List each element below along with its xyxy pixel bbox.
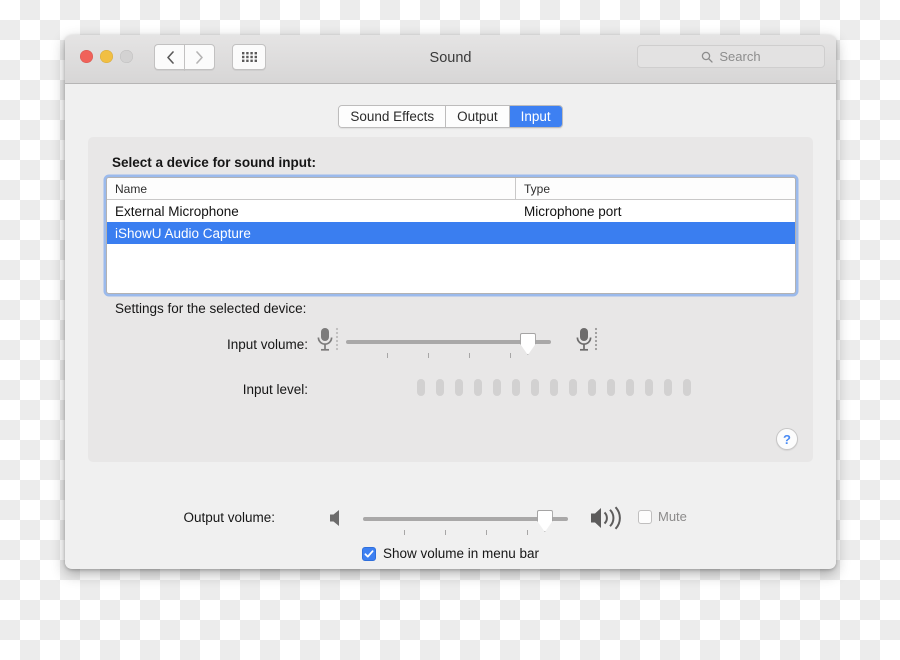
microphone-low-icon: [316, 326, 342, 359]
device-type: [516, 222, 795, 244]
slider-tick: [510, 353, 511, 358]
table-row[interactable]: iShowU Audio Capture: [107, 222, 795, 244]
tab-bar: Sound Effects Output Input: [65, 105, 836, 128]
settings-for-device-label: Settings for the selected device:: [115, 301, 307, 316]
table-row[interactable]: External Microphone Microphone port: [107, 200, 795, 222]
input-level-meter: [417, 379, 691, 396]
help-question-icon[interactable]: ?: [776, 428, 798, 450]
tab-sound-effects[interactable]: Sound Effects: [339, 106, 447, 127]
level-segment: [417, 379, 425, 396]
window-body: Sound Effects Output Input Select a devi…: [65, 84, 836, 568]
speaker-low-icon: [328, 508, 348, 533]
sound-preferences-window: Sound Search Sound Effects Output Input …: [65, 35, 836, 569]
level-segment: [512, 379, 520, 396]
slider-thumb[interactable]: [536, 510, 553, 532]
slider-thumb[interactable]: [519, 333, 536, 355]
device-name: External Microphone: [115, 203, 239, 219]
slider-ticks: [346, 353, 551, 359]
search-placeholder: Search: [719, 49, 761, 64]
search-input[interactable]: Search: [637, 45, 825, 68]
level-segment: [683, 379, 691, 396]
select-device-label: Select a device for sound input:: [112, 155, 317, 170]
level-segment: [645, 379, 653, 396]
input-settings-panel: Select a device for sound input: Name Ty…: [88, 137, 813, 462]
level-segment: [474, 379, 482, 396]
mute-label: Mute: [658, 509, 687, 524]
input-level-label: Input level:: [242, 382, 308, 397]
level-segment: [664, 379, 672, 396]
slider-tick: [387, 353, 388, 358]
column-header-name[interactable]: Name: [107, 178, 516, 199]
level-segment: [531, 379, 539, 396]
slider-tick: [445, 530, 446, 535]
input-device-table[interactable]: Name Type External Microphone Microphone…: [106, 177, 796, 294]
device-name: iShowU Audio Capture: [115, 225, 251, 241]
column-header-type[interactable]: Type: [516, 178, 795, 199]
input-volume-label: Input volume:: [226, 337, 308, 352]
window-titlebar: Sound Search: [65, 35, 836, 84]
search-icon: [702, 51, 714, 63]
level-segment: [626, 379, 634, 396]
checkmark-icon: [364, 549, 374, 557]
table-header-row: Name Type: [107, 178, 795, 200]
output-volume-label: Output volume:: [183, 510, 275, 525]
tab-output[interactable]: Output: [446, 106, 510, 127]
slider-tick: [428, 353, 429, 358]
mute-checkbox-box[interactable]: [638, 509, 652, 524]
level-segment: [607, 379, 615, 396]
microphone-high-icon: [575, 326, 601, 359]
slider-tick: [527, 530, 528, 535]
slider-tick: [404, 530, 405, 535]
mute-checkbox[interactable]: Mute: [638, 509, 687, 524]
slider-ticks: [363, 530, 568, 536]
speaker-high-icon: [589, 505, 631, 536]
device-type: Microphone port: [524, 203, 622, 219]
tab-input[interactable]: Input: [509, 106, 562, 127]
level-segment: [550, 379, 558, 396]
level-segment: [493, 379, 501, 396]
level-segment: [436, 379, 444, 396]
slider-tick: [469, 353, 470, 358]
level-segment: [588, 379, 596, 396]
show-volume-label: Show volume in menu bar: [382, 546, 540, 561]
level-segment: [569, 379, 577, 396]
show-volume-checkbox-box[interactable]: [361, 546, 376, 561]
level-segment: [455, 379, 463, 396]
slider-tick: [486, 530, 487, 535]
show-volume-in-menu-bar-checkbox[interactable]: Show volume in menu bar: [65, 546, 836, 561]
